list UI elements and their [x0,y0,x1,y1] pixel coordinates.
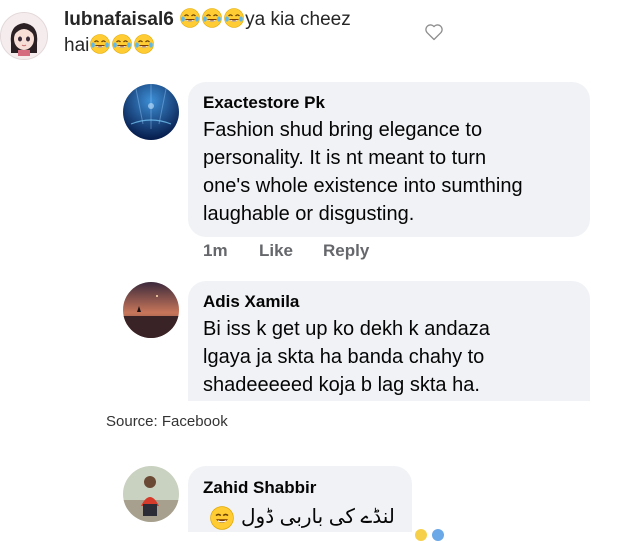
tears-of-joy-emoji-icon [112,34,132,54]
tears-of-joy-emoji-icon [90,34,110,54]
comment-body-line1: ya kia cheez [245,9,351,30]
tears-of-joy-emoji-icon [134,34,154,54]
comment-bubble: Zahid Shabbir لنڈے کی باربی ڈول [188,466,412,532]
reaction-icon [415,529,427,541]
comment-author[interactable]: Zahid Shabbir [203,478,316,498]
source-caption: Source: Facebook [106,413,228,430]
like-button[interactable]: Like [259,241,293,261]
comment-line: Fashion shud bring elegance to [203,119,483,141]
comment-body-line2: hai [64,35,90,56]
sunset-avatar-icon [123,282,179,338]
comment-author[interactable]: Exactestore Pk [203,93,325,113]
reaction-icon [432,529,444,541]
person-avatar-icon [123,466,179,522]
comment-line: lgaya ja skta ha banda chahy to [203,346,485,368]
comment-line: one's whole existence into sumthing [203,175,523,197]
comment-line: Bi iss k get up ko dekh k andaza [203,318,490,340]
avatar[interactable] [123,466,179,522]
avatar[interactable] [0,12,48,60]
comment-line: shadeeeeed koja b lag skta ha. [203,374,480,396]
heart-like-icon[interactable] [424,22,444,42]
comment-line: laughable or disgusting. [203,203,415,225]
top-comment-text: lubnafaisal6 ya kia cheez hai [64,7,394,59]
avatar[interactable] [123,282,179,338]
tears-of-joy-emoji-icon [224,8,244,28]
anime-girl-avatar-icon [1,13,47,59]
comment-username[interactable]: lubnafaisal6 [64,9,174,30]
comment-author[interactable]: Adis Xamila [203,292,299,312]
comment-bubble: Exactestore Pk Fashion shud bring elegan… [188,82,590,237]
reply-button[interactable]: Reply [323,241,369,261]
comment-line: لنڈے کی باربی ڈول [241,506,395,528]
tears-of-joy-emoji-icon [202,8,222,28]
underwater-avatar-icon [123,84,179,140]
comment-timestamp[interactable]: 1m [203,241,228,261]
grinning-emoji-icon [210,506,234,530]
comment-line: personality. It is nt meant to turn [203,147,487,169]
avatar[interactable] [123,84,179,140]
tears-of-joy-emoji-icon [180,8,200,28]
comment-bubble: Adis Xamila Bi iss k get up ko dekh k an… [188,281,590,401]
